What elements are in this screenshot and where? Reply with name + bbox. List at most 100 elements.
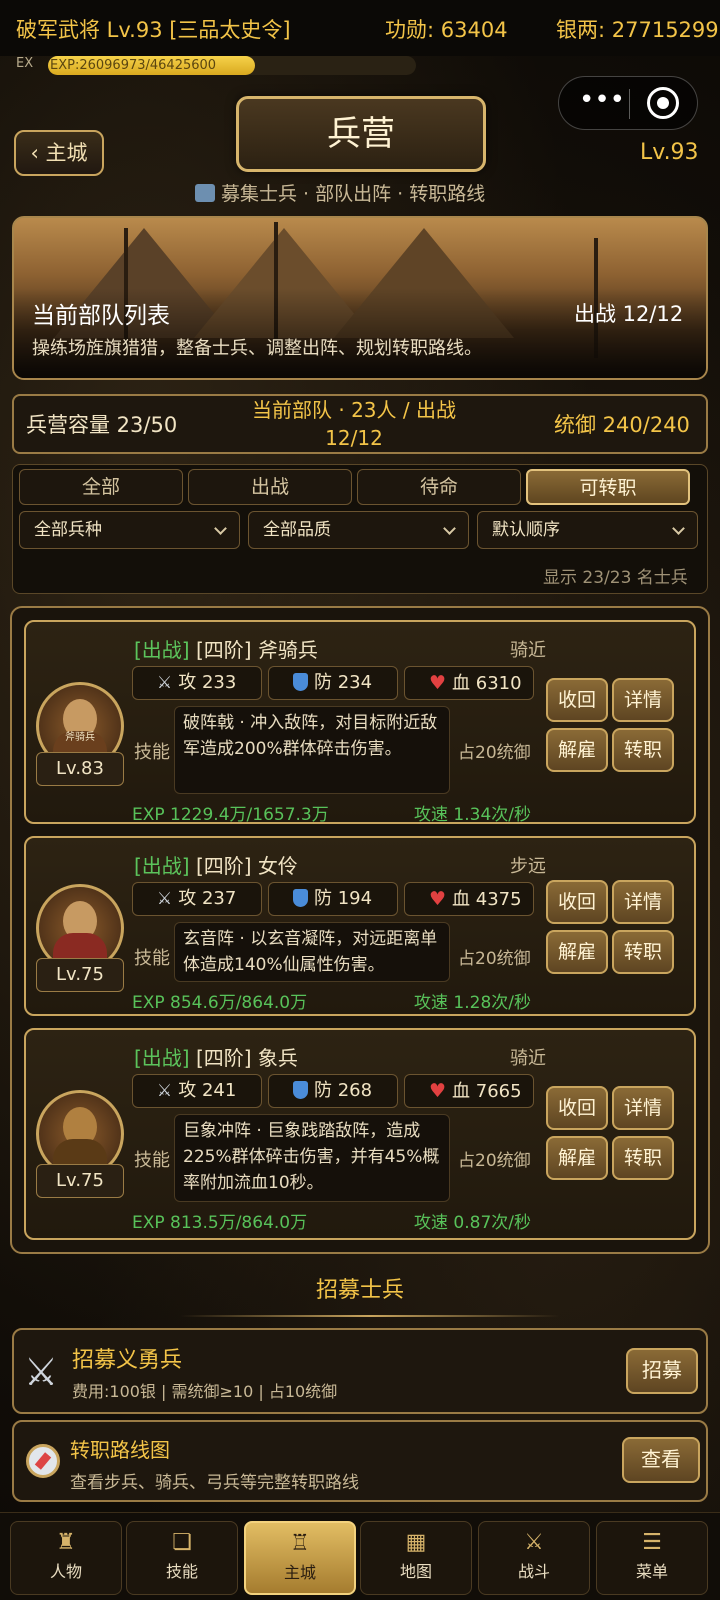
select-value: 全部兵种 <box>34 520 102 540</box>
tab-all[interactable]: 全部 <box>19 469 183 505</box>
troop-name-text: [四阶] 斧骑兵 <box>195 638 318 662</box>
heart-icon: ♥ <box>429 888 447 910</box>
skill-description: 破阵戟 · 冲入敌阵，对目标附近敌军造成200%群体碎击伤害。 <box>174 706 450 794</box>
troop-name: [出战] [四阶] 斧骑兵 <box>134 634 318 663</box>
defense-stat: 防 268 <box>268 1074 398 1108</box>
skill-label: 技能 <box>134 948 170 969</box>
exp-bar: EXP:26096973/46425600 <box>48 56 416 75</box>
hp-stat: ♥ 血 4375 <box>404 882 534 916</box>
attack-speed: 攻速 1.34次/秒 <box>414 805 531 825</box>
target-icon[interactable] <box>647 87 679 119</box>
chevron-down-icon <box>672 522 685 535</box>
tab-promotable[interactable]: 可转职 <box>526 469 690 505</box>
attack-value: 攻 237 <box>178 888 237 909</box>
attack-speed: 攻速 0.87次/秒 <box>414 1213 531 1233</box>
troop-level: Lv.83 <box>36 752 124 786</box>
nav-character[interactable]: ♜ 人物 <box>10 1521 122 1595</box>
quality-select[interactable]: 全部品质 <box>248 511 469 549</box>
promote-button[interactable]: 转职 <box>612 1136 674 1180</box>
troop-name: [出战] [四阶] 女伶 <box>134 850 298 879</box>
player-level: Lv.93 <box>640 140 699 165</box>
exp-text: EXP:26096973/46425600 <box>50 58 217 73</box>
troop-list: 斧骑兵 Lv.83 [出战] [四阶] 斧骑兵 骑近 ⚔ 攻 233 防 234 … <box>10 606 710 1254</box>
nav-battle[interactable]: ⚔ 战斗 <box>478 1521 590 1595</box>
sword-icon: ⚔ <box>157 673 173 693</box>
sort-order-select[interactable]: 默认顺序 <box>477 511 698 549</box>
nav-main-city[interactable]: ♖ 主城 <box>244 1521 356 1595</box>
hp-value: 血 4375 <box>452 889 522 910</box>
capsule-divider <box>629 89 630 119</box>
troop-type: 骑近 <box>510 640 546 661</box>
bottom-nav: ♜ 人物 ❏ 技能 ♖ 主城 ▦ 地图 ⚔ 战斗 ☰ 菜单 <box>0 1512 720 1600</box>
heading-divider <box>180 1315 560 1317</box>
troop-type: 步远 <box>510 856 546 877</box>
tab-standby[interactable]: 待命 <box>357 469 521 505</box>
promotion-route-panel: 转职路线图 查看步兵、骑兵、弓兵等完整转职路线 查看 <box>12 1420 708 1502</box>
nav-label: 菜单 <box>635 1562 668 1581</box>
dismiss-button[interactable]: 解雇 <box>546 1136 608 1180</box>
defense-value: 防 234 <box>314 672 373 693</box>
scroll-icon: ❏ <box>172 1530 192 1555</box>
troop-card: 斧骑兵 Lv.83 [出战] [四阶] 斧骑兵 骑近 ⚔ 攻 233 防 234 … <box>24 620 696 825</box>
attack-stat: ⚔ 攻 237 <box>132 882 262 916</box>
promote-button[interactable]: 转职 <box>612 930 674 974</box>
page-subtitle: 募集士兵 · 部队出阵 · 转职路线 <box>195 179 485 206</box>
skill-label: 技能 <box>134 1150 170 1171</box>
player-title: 破军武将 Lv.93 [三品太史令] <box>16 18 291 42</box>
troop-exp: EXP 854.6万/864.0万 <box>132 993 308 1013</box>
showing-count: 显示 23/23 名士兵 <box>543 568 688 588</box>
promote-button[interactable]: 转职 <box>612 728 674 772</box>
attack-speed: 攻速 1.28次/秒 <box>414 993 531 1013</box>
troop-name-text: [四阶] 象兵 <box>195 1046 298 1070</box>
recruit-panel: ⚔ 招募义勇兵 费用:100银 | 需统御≥10 | 占10统御 招募 <box>12 1328 708 1414</box>
command-cost: 占20统御 <box>458 743 531 763</box>
recruit-button[interactable]: 招募 <box>626 1348 698 1394</box>
recruit-cost: 费用:100银 | 需统御≥10 | 占10统御 <box>72 1382 338 1401</box>
troop-type: 骑近 <box>510 1048 546 1069</box>
exp-label: EX <box>16 56 34 71</box>
recall-button[interactable]: 收回 <box>546 1086 608 1130</box>
barracks-banner: 当前部队列表 出战 12/12 操练场旌旗猎猎，整备士兵、调整出阵、规划转职路线… <box>12 216 708 380</box>
hp-stat: ♥ 血 6310 <box>404 666 534 700</box>
tab-deployed[interactable]: 出战 <box>188 469 352 505</box>
heart-icon: ♥ <box>429 672 447 694</box>
subtitle-text: 募集士兵 · 部队出阵 · 转职路线 <box>221 183 486 205</box>
details-button[interactable]: 详情 <box>612 678 674 722</box>
dismiss-button[interactable]: 解雇 <box>546 930 608 974</box>
nav-skills[interactable]: ❏ 技能 <box>126 1521 238 1595</box>
attack-stat: ⚔ 攻 233 <box>132 666 262 700</box>
command-cost: 占20统御 <box>458 1151 531 1171</box>
more-dots-icon[interactable]: ••• <box>577 87 627 119</box>
compass-icon <box>26 1444 60 1478</box>
skill-label: 技能 <box>134 742 170 763</box>
troop-exp: EXP 813.5万/864.0万 <box>132 1213 308 1233</box>
sword-icon: ⚔ <box>157 1081 173 1101</box>
recall-button[interactable]: 收回 <box>546 678 608 722</box>
silver-count: 银两: 27715299 <box>556 18 719 42</box>
command-cost: 占20统御 <box>458 949 531 969</box>
route-description: 查看步兵、骑兵、弓兵等完整转职路线 <box>70 1473 359 1493</box>
shield-icon <box>293 1081 308 1099</box>
dismiss-button[interactable]: 解雇 <box>546 728 608 772</box>
select-value: 默认顺序 <box>492 520 560 540</box>
select-value: 全部品质 <box>263 520 331 540</box>
shield-icon <box>293 673 308 691</box>
filter-panel: 全部 出战 待命 可转职 全部兵种 全部品质 默认顺序 显示 23/23 名士兵 <box>12 464 708 594</box>
troop-card: Lv.75 [出战] [四阶] 象兵 骑近 ⚔ 攻 241 防 268 ♥ 血 76… <box>24 1028 696 1240</box>
heart-icon: ♥ <box>429 1080 447 1102</box>
nav-menu[interactable]: ☰ 菜单 <box>596 1521 708 1595</box>
details-button[interactable]: 详情 <box>612 880 674 924</box>
banner-title: 当前部队列表 <box>32 303 170 329</box>
nav-map[interactable]: ▦ 地图 <box>360 1521 472 1595</box>
nav-label: 战斗 <box>517 1562 550 1581</box>
recall-button[interactable]: 收回 <box>546 880 608 924</box>
recruit-title: 招募义勇兵 <box>72 1348 183 1373</box>
view-route-button[interactable]: 查看 <box>622 1437 700 1483</box>
details-button[interactable]: 详情 <box>612 1086 674 1130</box>
back-to-city-button[interactable]: ‹ 主城 <box>14 130 104 176</box>
avatar-label: 斧骑兵 <box>65 732 95 743</box>
deploy-tag: [出战] <box>134 854 190 878</box>
troop-type-select[interactable]: 全部兵种 <box>19 511 240 549</box>
crossed-swords-icon: ⚔ <box>24 1350 59 1394</box>
attack-stat: ⚔ 攻 241 <box>132 1074 262 1108</box>
